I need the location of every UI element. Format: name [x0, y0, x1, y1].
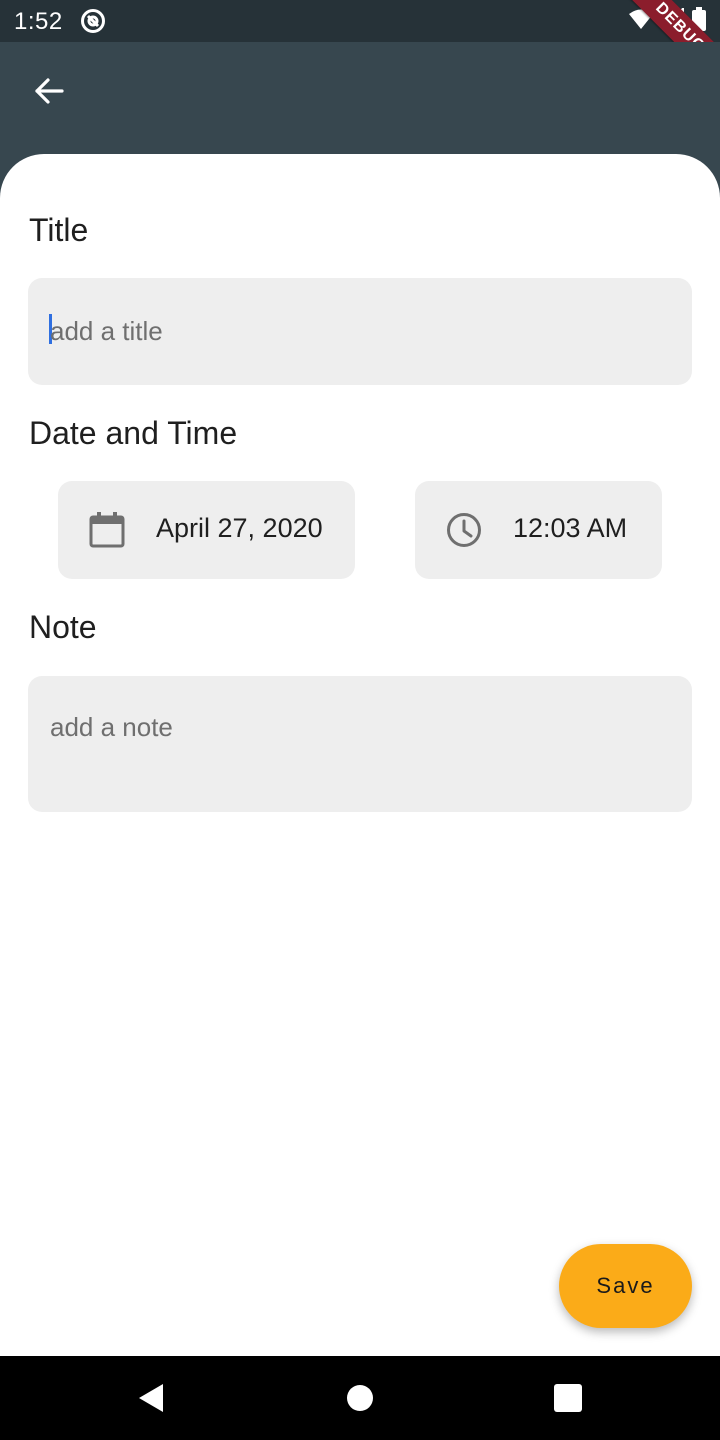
nav-recents-icon[interactable] — [550, 1380, 586, 1416]
nav-home-icon[interactable] — [342, 1380, 378, 1416]
save-button-label: Save — [596, 1273, 655, 1298]
time-value: 12:03 AM — [513, 513, 628, 543]
datetime-label: Date and Time — [29, 415, 238, 451]
title-input[interactable]: add a title — [28, 278, 692, 385]
clock-icon — [445, 511, 483, 549]
status-bar: 1:52 — [0, 0, 720, 42]
form-card: Title add a title Date and Time April 27… — [0, 154, 720, 1356]
title-placeholder: add a title — [50, 316, 163, 346]
save-button[interactable]: Save — [559, 1244, 692, 1328]
nav-back-icon[interactable] — [133, 1380, 169, 1416]
note-label: Note — [29, 609, 97, 645]
app-bar — [0, 42, 720, 154]
note-input[interactable]: add a note — [28, 676, 692, 812]
date-picker-button[interactable]: April 27, 2020 — [58, 481, 355, 579]
app-notification-icon — [80, 8, 106, 34]
status-time: 1:52 — [14, 8, 63, 35]
arrow-back-icon — [33, 75, 65, 112]
time-picker-button[interactable]: 12:03 AM — [415, 481, 662, 579]
date-value: April 27, 2020 — [156, 513, 323, 543]
calendar-icon — [88, 511, 126, 549]
back-button[interactable] — [24, 68, 74, 118]
system-nav-bar — [0, 1356, 720, 1440]
title-label: Title — [29, 212, 89, 248]
note-placeholder: add a note — [50, 712, 173, 742]
